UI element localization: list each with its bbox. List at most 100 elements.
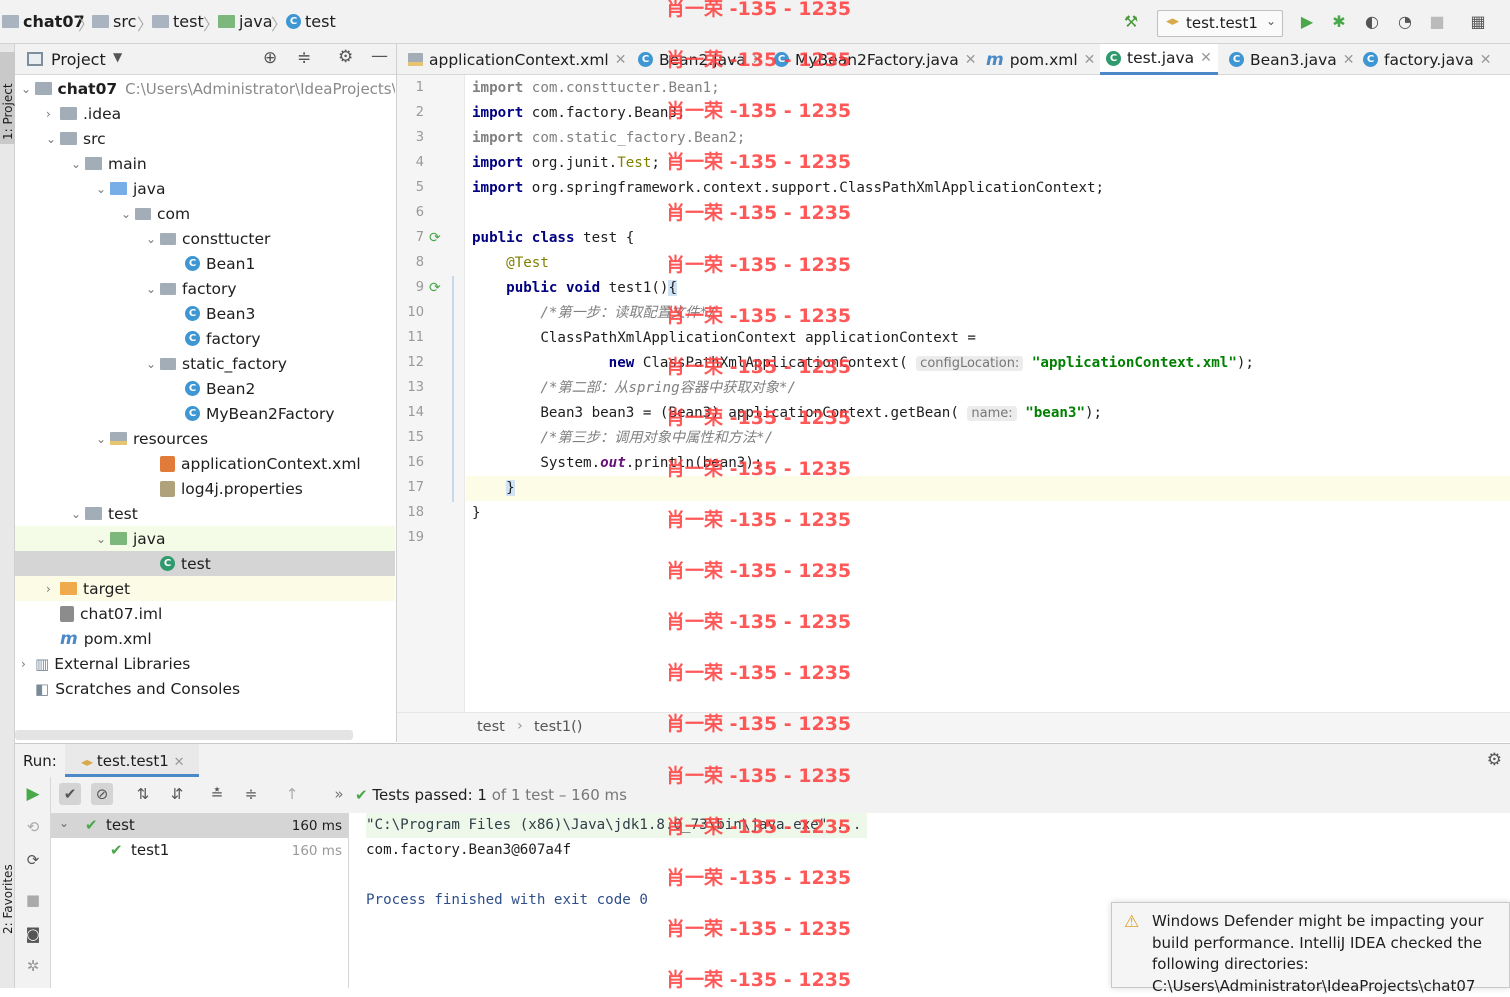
tree-item-pom-xml[interactable]: mpom.xml	[15, 626, 395, 651]
tree-item-java[interactable]: ⌄java	[15, 176, 395, 201]
test-row-method[interactable]: ✔ test1 160 ms	[51, 838, 348, 863]
run-icon[interactable]: ▶	[1298, 13, 1316, 31]
breadcrumb-class[interactable]: Ctest	[286, 12, 336, 31]
close-icon[interactable]: ✕	[1084, 52, 1096, 68]
tree-item-java[interactable]: ⌄java	[15, 526, 395, 551]
favorites-tool-tab[interactable]: 2: Favorites	[0, 854, 15, 944]
chevron-down-icon[interactable]: ⌄	[96, 182, 110, 196]
rerun-failed-icon[interactable]: ⟲	[22, 816, 44, 838]
gear-icon[interactable]: ⚙	[338, 47, 353, 67]
chevron-down-icon[interactable]: ⌄	[146, 232, 160, 246]
tree-item-external-libraries[interactable]: ›▥External Libraries	[15, 651, 395, 676]
notification-balloon[interactable]: ⚠ Windows Defender might be impacting yo…	[1111, 902, 1510, 988]
editor-crumb-method[interactable]: test1()	[534, 719, 582, 735]
run-gutter-icon[interactable]: ⟳	[429, 280, 441, 296]
run-configuration-select[interactable]: ◂▸ test.test1 ⌄	[1157, 10, 1283, 37]
settings-icon[interactable]: ✲	[22, 955, 44, 977]
tree-item-com[interactable]: ⌄com	[15, 201, 395, 226]
tab-bean3-java[interactable]: CBean3.java✕	[1223, 44, 1361, 75]
locate-crosshair-icon[interactable]: ⊕	[263, 48, 277, 68]
tree-item-resources[interactable]: ⌄resources	[15, 426, 395, 451]
tree-item-src[interactable]: ⌄src	[15, 126, 395, 151]
run-gutter-icon[interactable]: ⟳	[429, 230, 441, 246]
project-view-selector[interactable]: Project	[51, 50, 106, 69]
tab-mybean2factory-java[interactable]: CMyBean2Factory.java✕	[768, 44, 982, 75]
tree-item-factory[interactable]: ⌄factory	[15, 276, 395, 301]
close-icon[interactable]: ✕	[965, 52, 977, 68]
tree-item-factory[interactable]: Cfactory	[15, 326, 395, 351]
tab-test-java[interactable]: Ctest.java✕	[1100, 44, 1218, 75]
chevron-down-icon[interactable]: ⌄	[46, 132, 60, 146]
show-passed-icon[interactable]: ✔	[59, 783, 81, 805]
tab-bean2-java[interactable]: CBean2.java✕	[632, 44, 770, 75]
close-icon[interactable]: ✕	[174, 755, 185, 770]
previous-failed-icon[interactable]: ↑	[281, 783, 303, 805]
breadcrumb-java[interactable]: java	[218, 12, 273, 31]
profile-icon[interactable]: ◔	[1396, 13, 1414, 31]
tree-item-bean1[interactable]: CBean1	[15, 251, 395, 276]
chevron-down-icon[interactable]: ⌄	[96, 432, 110, 446]
close-icon[interactable]: ✕	[1480, 52, 1492, 68]
breadcrumb-src[interactable]: src	[92, 12, 136, 31]
tree-item-main[interactable]: ⌄main	[15, 151, 395, 176]
debug-bug-icon[interactable]: ✱	[1330, 13, 1348, 31]
toggle-autotest-icon[interactable]: ⟳	[22, 849, 44, 871]
sort-duration-icon[interactable]: ⇵	[166, 783, 188, 805]
chevron-down-icon[interactable]: ⌄	[146, 357, 160, 371]
tree-item-consttucter[interactable]: ⌄consttucter	[15, 226, 395, 251]
tree-item-target[interactable]: ›target	[15, 576, 395, 601]
close-icon[interactable]: ✕	[615, 52, 627, 68]
chevron-down-icon[interactable]: ⌄	[59, 816, 69, 830]
tab-pom-xml[interactable]: mpom.xml✕	[980, 44, 1101, 75]
tab-factory-java[interactable]: Cfactory.java✕	[1357, 44, 1498, 75]
show-ignored-icon[interactable]: ⊘	[91, 783, 113, 805]
tree-item-bean2[interactable]: CBean2	[15, 376, 395, 401]
tree-item-applicationcontext-xml[interactable]: applicationContext.xml	[15, 451, 395, 476]
test-row-suite[interactable]: ⌄ ✔ test 160 ms	[51, 813, 348, 838]
tree-item-mybean2factory[interactable]: CMyBean2Factory	[15, 401, 395, 426]
tree-item-log4j-properties[interactable]: log4j.properties	[15, 476, 395, 501]
run-tab[interactable]: ◂▸ test.test1 ✕	[65, 744, 199, 777]
sort-alpha-icon[interactable]: ⇅	[132, 783, 154, 805]
breadcrumb-test[interactable]: test	[152, 12, 204, 31]
tree-item-static-factory[interactable]: ⌄static_factory	[15, 351, 395, 376]
collapse-all-icon[interactable]: ≑	[240, 783, 262, 805]
tree-item-chat07[interactable]: ⌄chat07C:\Users\Administrator\IdeaProjec…	[15, 76, 395, 101]
chevron-down-icon[interactable]: ▼	[113, 50, 122, 64]
stop-icon[interactable]: ■	[1428, 13, 1446, 31]
chevron-down-icon[interactable]: ⌄	[96, 532, 110, 546]
collapse-all-icon[interactable]: ≑	[297, 48, 311, 68]
tree-item-test[interactable]: ⌄test	[15, 501, 395, 526]
tab-applicationcontext-xml[interactable]: applicationContext.xml✕	[402, 44, 632, 75]
close-icon[interactable]: ✕	[752, 52, 764, 68]
camera-icon[interactable]: ◙	[22, 923, 44, 945]
tree-item-chat07-iml[interactable]: chat07.iml	[15, 601, 395, 626]
project-tool-tab[interactable]: 1: Project	[0, 52, 15, 144]
minimize-icon[interactable]: —	[371, 46, 388, 66]
horizontal-scrollbar[interactable]	[15, 730, 353, 740]
project-structure-icon[interactable]: ▦	[1469, 13, 1487, 31]
gear-icon[interactable]: ⚙	[1487, 750, 1502, 770]
breadcrumb-project[interactable]: chat07	[2, 12, 85, 31]
chevron-down-icon[interactable]: ⌄	[71, 157, 85, 171]
chevron-right-icon[interactable]: ›	[21, 657, 35, 671]
chevron-right-icon[interactable]: ›	[46, 582, 60, 596]
stop-icon[interactable]: ■	[22, 889, 44, 911]
expand-all-icon[interactable]: ≛	[206, 783, 228, 805]
tree-item-test[interactable]: Ctest	[15, 551, 395, 576]
coverage-icon[interactable]: ◐	[1363, 13, 1381, 31]
tree-item-bean3[interactable]: CBean3	[15, 301, 395, 326]
close-icon[interactable]: ✕	[1200, 50, 1212, 66]
chevron-down-icon[interactable]: ⌄	[71, 507, 85, 521]
tree-item-idea[interactable]: ›.idea	[15, 101, 395, 126]
chevron-down-icon[interactable]: ⌄	[146, 282, 160, 296]
chevron-right-icon[interactable]: ›	[46, 107, 60, 121]
editor-crumb-class[interactable]: test	[477, 719, 505, 735]
chevron-down-icon[interactable]: ⌄	[21, 82, 35, 96]
more-icon[interactable]: »	[328, 783, 350, 805]
close-icon[interactable]: ✕	[1343, 52, 1355, 68]
build-hammer-icon[interactable]: ⚒	[1122, 13, 1140, 31]
chevron-down-icon[interactable]: ⌄	[121, 207, 135, 221]
rerun-icon[interactable]: ▶	[22, 783, 44, 805]
tree-item-scratches-and-consoles[interactable]: ◧Scratches and Consoles	[15, 676, 395, 701]
